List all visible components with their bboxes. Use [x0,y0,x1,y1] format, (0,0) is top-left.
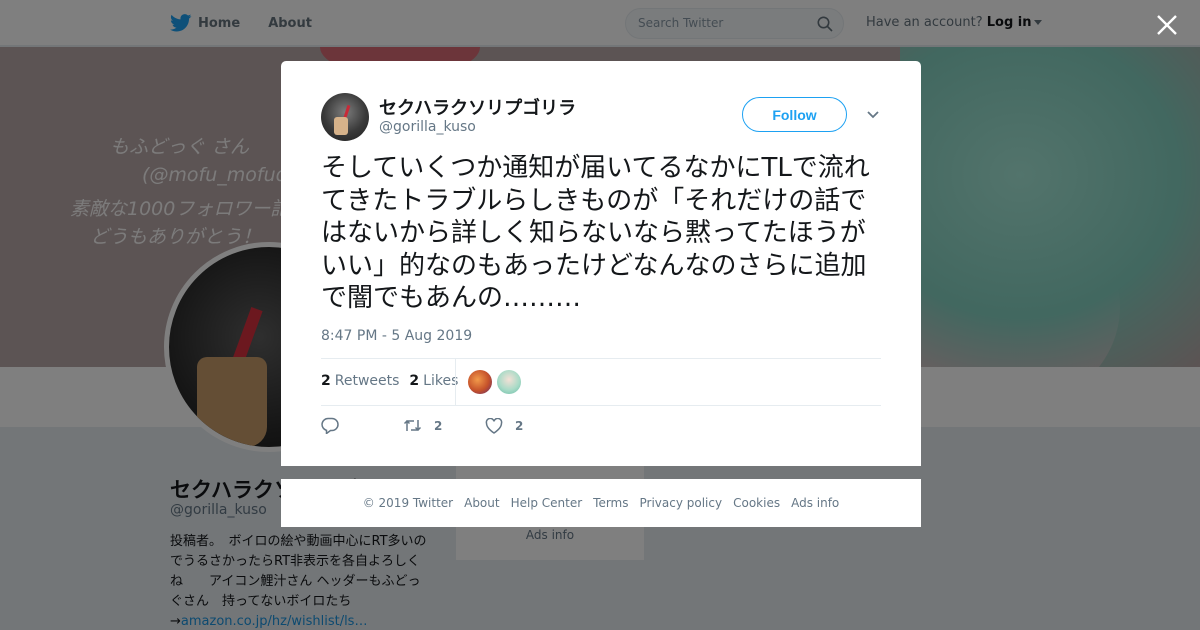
footer-ads-link[interactable]: Ads info [791,496,839,510]
footer-cookies-link[interactable]: Cookies [733,496,780,510]
avatar-art [334,117,348,135]
tweet-author-avatar[interactable] [321,93,369,141]
liker-avatar[interactable] [468,370,492,394]
retweet-icon [403,419,422,432]
tweet-stats: 2 Retweets 2 Likes [321,373,468,389]
retweet-button[interactable]: 2 [403,418,485,433]
likes-label: Likes [423,373,459,389]
tweet-timestamp[interactable]: 8:47 PM - 5 Aug 2019 [321,328,472,344]
footer-terms-link[interactable]: Terms [593,496,628,510]
retweet-count: 2 [434,418,443,433]
tweet-modal: セクハラクソリプゴリラ @gorilla_kuso Follow そしていくつか… [281,61,921,466]
likes-stat[interactable]: 2 Likes [409,373,458,389]
footer-privacy-link[interactable]: Privacy policy [640,496,723,510]
like-icon [485,417,503,434]
like-count: 2 [515,418,524,433]
retweets-stat[interactable]: 2 Retweets [321,373,399,389]
chevron-down-icon[interactable] [866,109,880,121]
reply-icon [321,417,339,434]
follow-button[interactable]: Follow [742,97,847,132]
tweet-author-handle[interactable]: @gorilla_kuso [379,119,476,135]
reply-button[interactable] [321,417,403,434]
close-icon[interactable] [1155,13,1179,37]
like-button[interactable]: 2 [485,417,524,434]
retweets-label: Retweets [334,373,400,389]
footer-about-link[interactable]: About [464,496,499,510]
divider [321,358,881,359]
modal-footer: © 2019 Twitter About Help Center Terms P… [281,479,921,527]
likes-count: 2 [409,373,420,389]
tweet-text: そしていくつか通知が届いてるなかにTLで流れてきたトラブルらしきものが「それだけ… [321,153,870,313]
tweet-actions: 2 2 [321,417,523,434]
divider [455,359,456,405]
footer-copyright: © 2019 Twitter [362,496,454,510]
retweets-count: 2 [321,373,331,389]
footer-help-link[interactable]: Help Center [511,496,583,510]
liker-avatar[interactable] [497,370,521,394]
tweet-author-name[interactable]: セクハラクソリプゴリラ [379,94,576,120]
divider [321,405,881,406]
